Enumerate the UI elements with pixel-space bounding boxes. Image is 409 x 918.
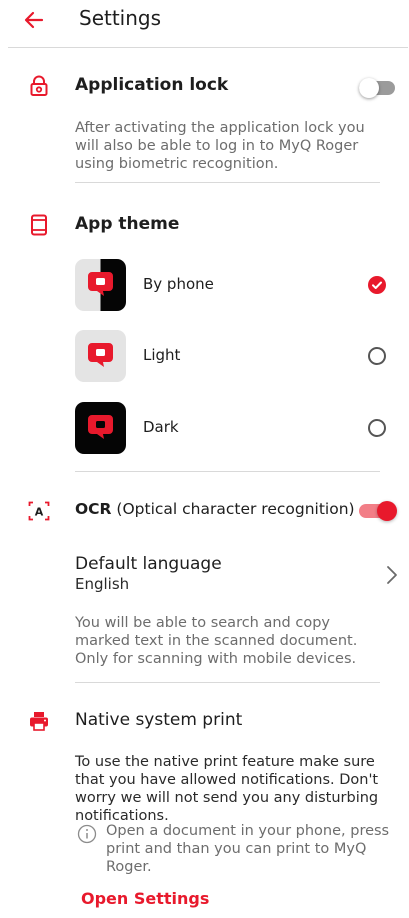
phone-icon <box>31 214 47 236</box>
theme-by-phone-thumbnail <box>75 259 126 311</box>
native-print-title: Native system print <box>75 710 243 730</box>
ocr-icon-letter: A <box>35 506 44 519</box>
ocr-title-bold: OCR <box>75 500 112 518</box>
theme-dark-radio[interactable] <box>368 419 386 437</box>
theme-label: Dark <box>143 418 179 436</box>
theme-dark-thumbnail <box>75 402 126 454</box>
native-print-description: To use the native print feature make sur… <box>75 754 379 824</box>
lock-icon <box>30 75 48 96</box>
default-language-value: English <box>75 575 130 593</box>
theme-option-dark[interactable]: Dark <box>75 402 395 454</box>
ocr-title: OCR (Optical character recognition) <box>75 500 355 518</box>
theme-option-by-phone[interactable]: By phone <box>75 259 395 311</box>
myq-logo-icon <box>88 415 113 439</box>
back-arrow-icon[interactable] <box>22 8 46 32</box>
top-bar: Settings <box>0 0 409 47</box>
scan-text-icon: A <box>28 501 50 521</box>
theme-label: By phone <box>143 275 214 293</box>
open-settings-link[interactable]: Open Settings <box>81 889 209 908</box>
app-lock-title: Application lock <box>75 75 229 95</box>
theme-option-light[interactable]: Light <box>75 330 395 382</box>
theme-by-phone-radio[interactable] <box>368 276 386 294</box>
default-language-title: Default language <box>75 554 222 574</box>
chevron-right-icon[interactable] <box>384 564 400 586</box>
app-lock-description: After activating the application lock yo… <box>75 120 365 172</box>
ocr-description: You will be able to search and copy mark… <box>75 615 358 667</box>
ocr-title-rest: (Optical character recognition) <box>111 500 355 518</box>
toggle-knob <box>359 78 379 98</box>
myq-logo-icon <box>88 272 113 296</box>
header-divider <box>8 47 408 48</box>
theme-light-radio[interactable] <box>368 347 386 365</box>
ocr-toggle[interactable] <box>359 501 397 521</box>
page-title: Settings <box>79 6 162 30</box>
section-divider <box>75 182 380 183</box>
printer-icon <box>30 712 48 731</box>
info-icon <box>77 824 97 844</box>
theme-light-thumbnail <box>75 330 126 382</box>
toggle-knob <box>377 501 397 521</box>
myq-logo-icon <box>88 343 113 367</box>
check-icon <box>372 281 382 289</box>
section-divider <box>75 471 380 472</box>
theme-label: Light <box>143 346 181 364</box>
native-print-info: Open a document in your phone, press pri… <box>106 823 390 875</box>
app-lock-toggle[interactable] <box>359 78 395 98</box>
section-divider <box>75 682 380 683</box>
app-theme-title: App theme <box>75 214 180 234</box>
